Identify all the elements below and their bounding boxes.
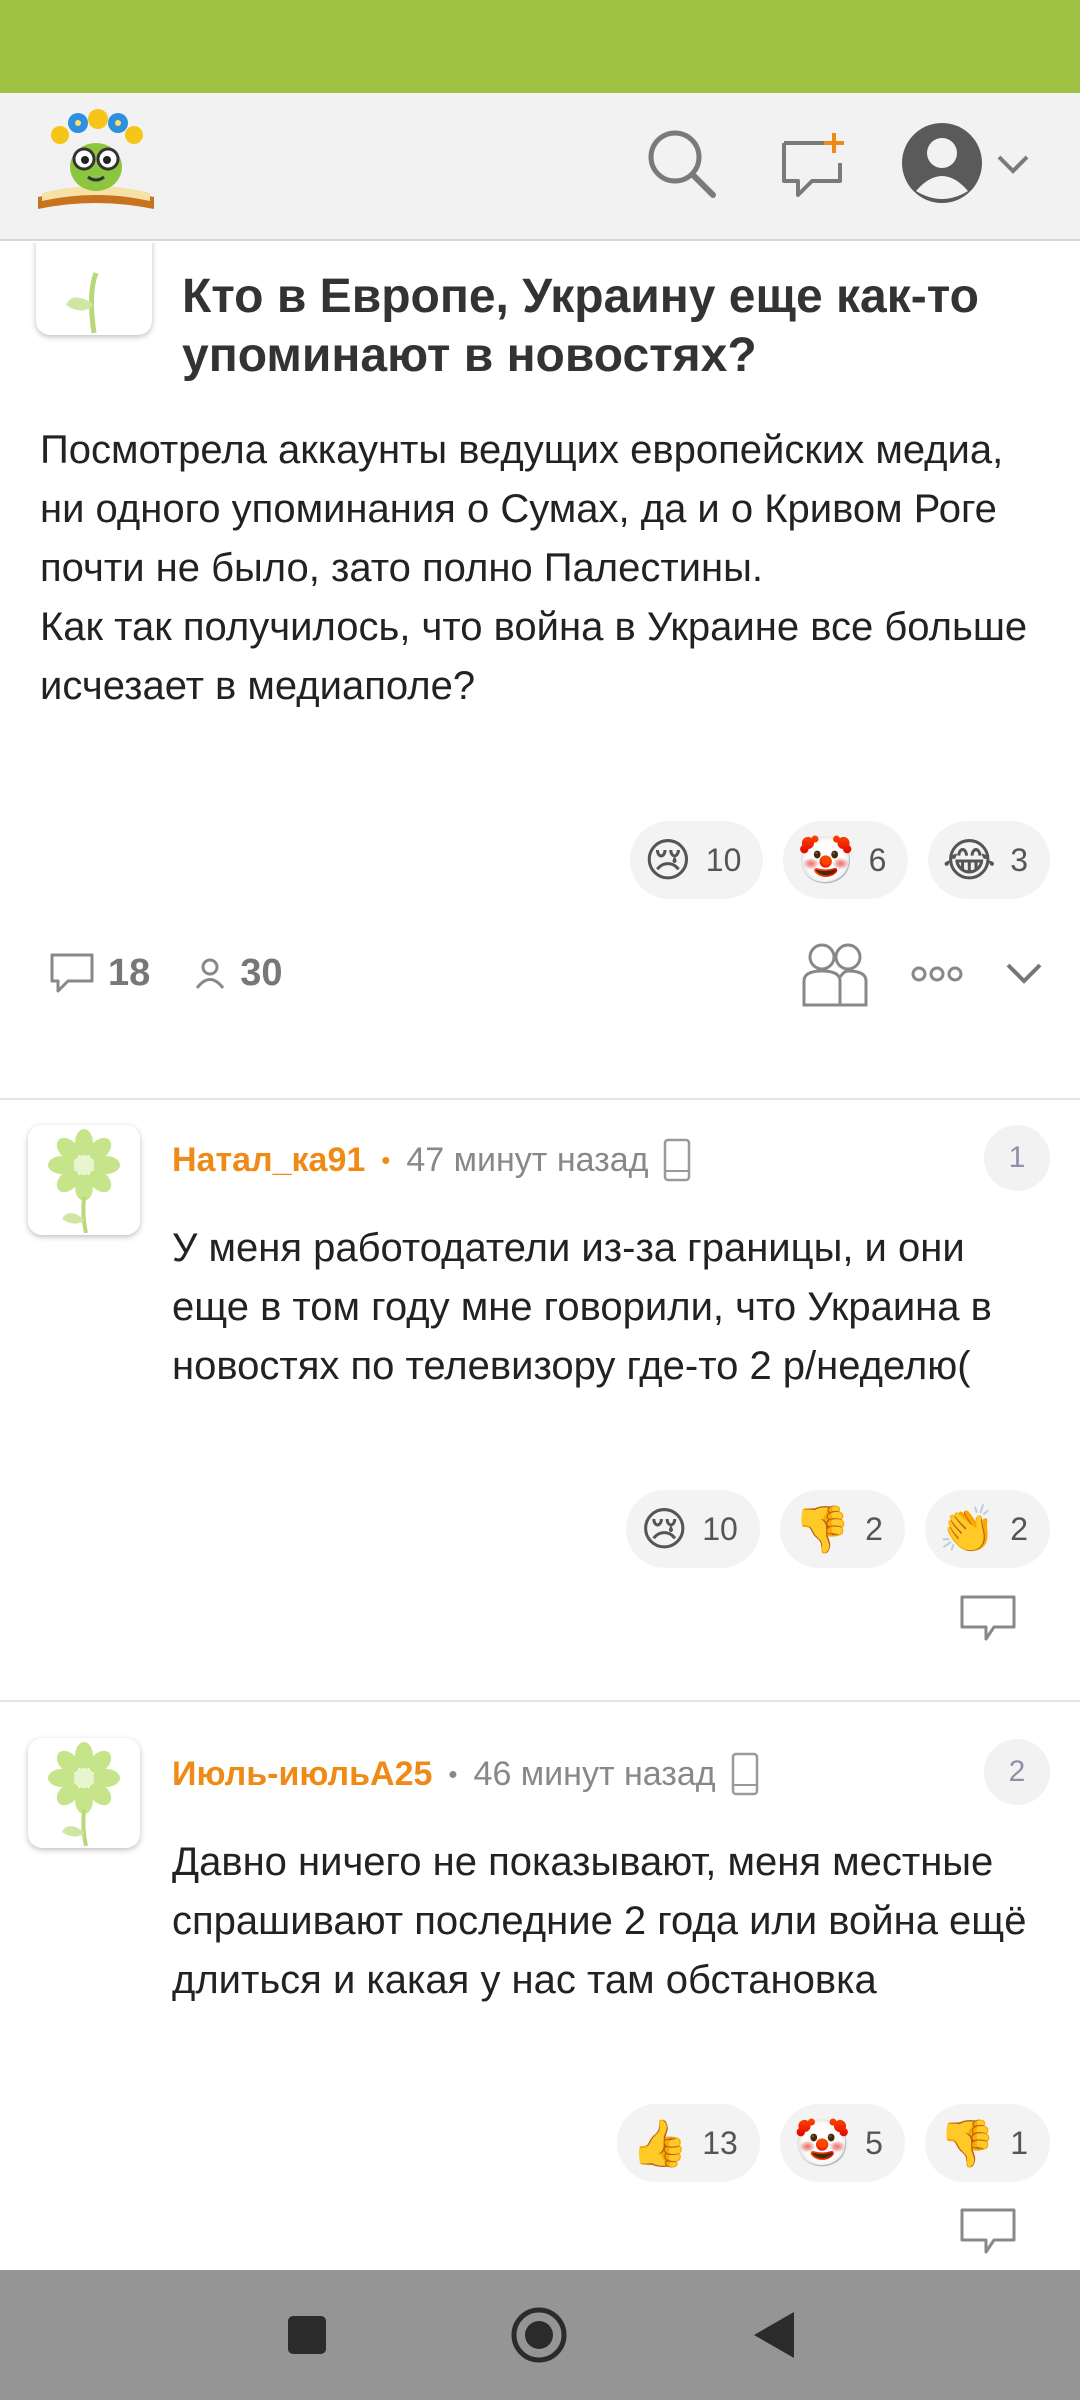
reaction-thumbs-down[interactable]: 👎 2 <box>779 1490 905 1568</box>
comment-meta: Натал_ка91 • 47 минут назад <box>172 1135 692 1185</box>
separator-dot: • <box>381 1144 391 1175</box>
reaction-count: 10 <box>705 841 742 878</box>
laugh-emoji-icon: 😂 <box>942 834 997 886</box>
comments-count: 18 <box>108 951 151 994</box>
reaction-count: 6 <box>868 841 887 878</box>
comment-reactions: 👍 13 🤡 5 👎 1 <box>616 2104 1050 2182</box>
reaction-count: 3 <box>1010 841 1028 878</box>
reaction-cry[interactable]: 😢 10 <box>629 821 764 899</box>
reaction-count: 13 <box>702 2124 738 2161</box>
clown-emoji-icon: 🤡 <box>793 2117 852 2169</box>
feed-content: Кто в Европе, Украину еще как-то упомина… <box>0 243 1080 2270</box>
flower-book-logo[interactable] <box>30 105 162 217</box>
comment-text: У меня работодатели из-за границы, и они… <box>172 1226 992 1388</box>
divider <box>0 1700 1080 1702</box>
flower-avatar-icon <box>66 272 99 334</box>
reaction-clown[interactable]: 🤡 5 <box>779 2104 905 2182</box>
post-reactions: 😢 10 🤡 6 😂 3 <box>629 821 1050 899</box>
comment-text: Давно ничего не показывают, меня местные… <box>172 1840 1027 2002</box>
post-stats: 18 30 <box>48 943 283 1003</box>
comment-bubble-icon <box>50 953 94 993</box>
reaction-thumbs-up[interactable]: 👍 13 <box>616 2104 760 2182</box>
followers-count: 30 <box>240 951 283 994</box>
comment-reactions: 😢 10 👎 2 👏 2 <box>626 1490 1050 1568</box>
reaction-clap[interactable]: 👏 2 <box>924 1490 1050 1568</box>
comment-author[interactable]: Июль-июльА25 <box>172 1755 432 1794</box>
comment-author-avatar[interactable] <box>28 1738 140 1848</box>
thumbs-down-emoji-icon: 👎 <box>793 1503 852 1555</box>
reaction-count: 5 <box>865 2124 883 2161</box>
reply-icon[interactable] <box>958 2206 1018 2262</box>
recents-square-icon[interactable] <box>286 2314 328 2356</box>
comment-number[interactable]: 2 <box>984 1739 1050 1805</box>
new-post-icon[interactable] <box>778 129 848 199</box>
thumbs-up-emoji-icon: 👍 <box>630 2117 689 2169</box>
status-bar <box>0 0 1080 93</box>
comments-stat[interactable]: 18 <box>48 951 150 995</box>
comment-author-avatar[interactable] <box>28 1125 140 1235</box>
thumbs-down-emoji-icon: 👎 <box>938 2117 997 2169</box>
reaction-thumbs-down[interactable]: 👎 1 <box>924 2104 1050 2182</box>
comment-meta: Июль-июльА25 • 46 минут назад <box>172 1749 760 1799</box>
mobile-device-icon <box>664 1138 691 1182</box>
followers-stat[interactable]: 30 <box>192 951 283 995</box>
subscribe-users-icon[interactable] <box>800 941 870 1007</box>
app-header <box>0 93 1080 241</box>
comment-time: 47 минут назад <box>406 1140 649 1179</box>
reaction-count: 2 <box>865 1510 883 1547</box>
flower-avatar-icon <box>48 1742 120 1847</box>
post-title[interactable]: Кто в Европе, Украину еще как-то упомина… <box>182 267 1042 385</box>
post-actions <box>800 941 1044 1007</box>
mobile-device-icon <box>731 1752 758 1796</box>
post-body: Посмотрела аккаунты ведущих европейских … <box>40 428 1028 708</box>
clap-emoji-icon: 👏 <box>938 1503 997 1555</box>
divider <box>0 1098 1080 1100</box>
person-icon <box>196 958 225 989</box>
reaction-count: 10 <box>702 1510 738 1547</box>
reaction-clown[interactable]: 🤡 6 <box>783 821 909 899</box>
search-icon[interactable] <box>645 127 717 199</box>
chevron-down-icon[interactable] <box>995 149 1031 179</box>
flower-avatar-icon <box>48 1129 120 1234</box>
comment-time: 46 минут назад <box>473 1754 716 1793</box>
cry-emoji-icon: 😢 <box>640 1503 689 1555</box>
separator-dot: • <box>448 1758 458 1789</box>
cry-emoji-icon: 😢 <box>643 834 692 886</box>
profile-avatar-icon[interactable] <box>900 121 984 205</box>
expand-chevron-icon[interactable] <box>1004 959 1044 989</box>
reaction-laugh[interactable]: 😂 3 <box>928 821 1050 899</box>
reaction-cry[interactable]: 😢 10 <box>626 1490 760 1568</box>
home-circle-icon[interactable] <box>510 2306 568 2364</box>
system-nav-bar <box>0 2270 1080 2400</box>
post-author-avatar[interactable] <box>36 243 152 335</box>
back-triangle-icon[interactable] <box>752 2310 796 2360</box>
reaction-count: 1 <box>1010 2124 1028 2161</box>
reply-icon[interactable] <box>958 1593 1018 1649</box>
comment-author[interactable]: Натал_ка91 <box>172 1141 365 1180</box>
clown-emoji-icon: 🤡 <box>797 834 855 886</box>
reaction-count: 2 <box>1010 1510 1028 1547</box>
comment-number[interactable]: 1 <box>984 1125 1050 1191</box>
more-options-icon[interactable] <box>910 964 964 984</box>
